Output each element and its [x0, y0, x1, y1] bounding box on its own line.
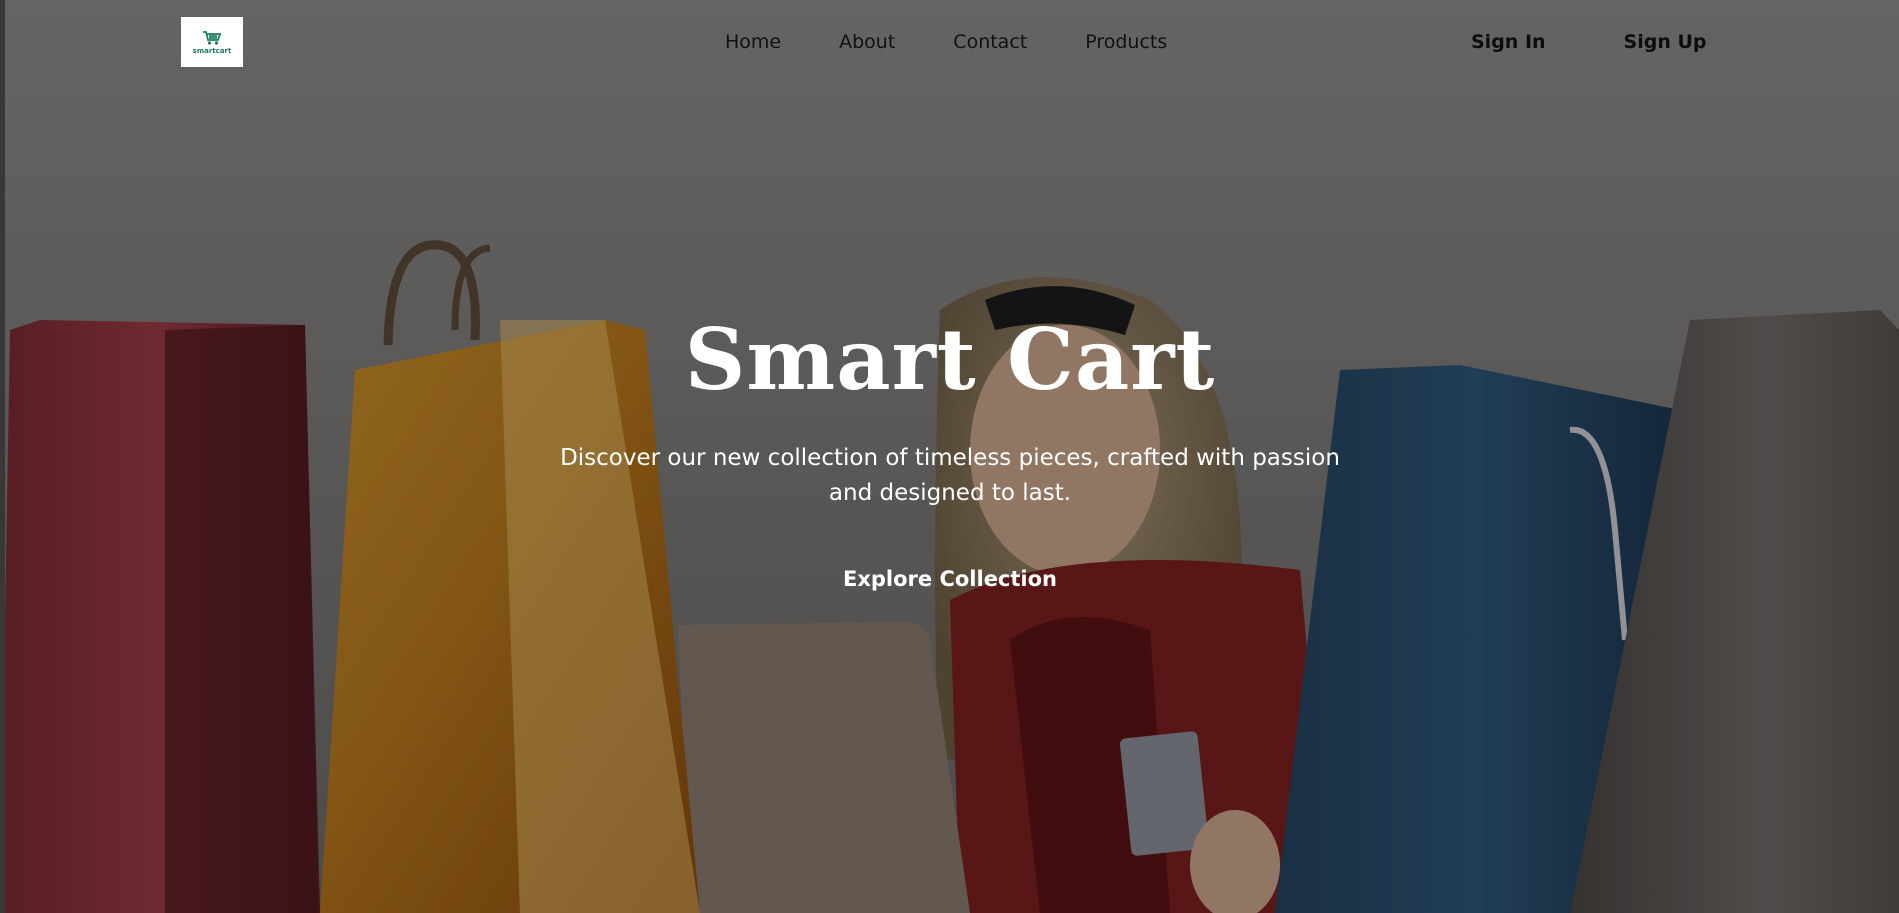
sign-in-link[interactable]: Sign In [1471, 30, 1546, 54]
brand-logo[interactable]: smartcart [181, 17, 243, 67]
logo-wordmark: smartcart [192, 46, 232, 55]
auth-links: Sign In Sign Up [1471, 30, 1707, 54]
nav-link-products[interactable]: Products [1085, 30, 1167, 54]
nav-link-about[interactable]: About [839, 30, 895, 54]
hero-section: smartcart Home About Contact Products Si… [0, 0, 1899, 913]
top-navbar: smartcart Home About Contact Products Si… [0, 0, 1899, 86]
sign-up-link[interactable]: Sign Up [1624, 30, 1707, 54]
nav-link-contact[interactable]: Contact [953, 30, 1027, 54]
main-nav: Home About Contact Products [725, 30, 1167, 54]
hero-content: Smart Cart Discover our new collection o… [500, 305, 1400, 593]
cart-icon [203, 30, 222, 45]
hero-title: Smart Cart [684, 310, 1216, 409]
hero-subtitle: Discover our new collection of timeless … [560, 445, 1340, 506]
page-left-edge [0, 0, 5, 913]
explore-collection-button[interactable]: Explore Collection [843, 565, 1057, 593]
nav-link-home[interactable]: Home [725, 30, 781, 54]
